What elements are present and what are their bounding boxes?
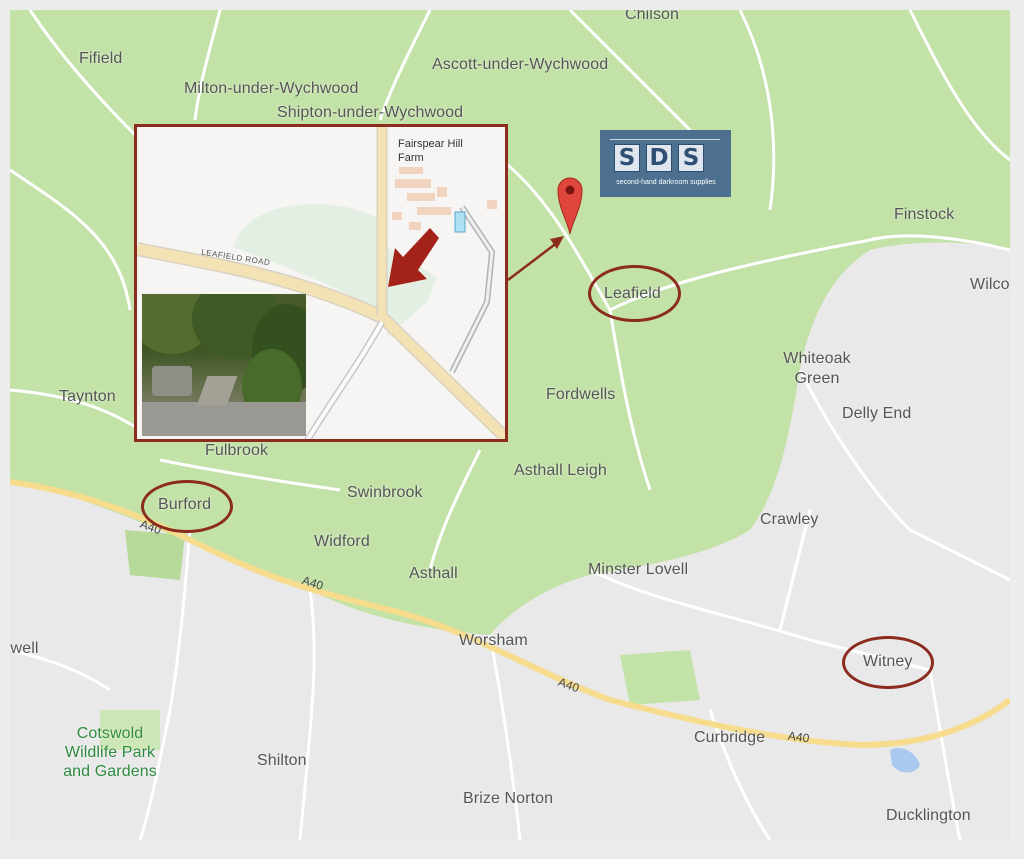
logo-line [610, 139, 720, 140]
place-fordwells[interactable]: Fordwells [546, 386, 615, 404]
place-finstock[interactable]: Finstock [894, 206, 954, 224]
place-ducklington[interactable]: Ducklington [886, 807, 971, 825]
place-brize-norton[interactable]: Brize Norton [463, 790, 553, 808]
place-fifield[interactable]: Fifield [79, 50, 122, 68]
place-crawley[interactable]: Crawley [760, 511, 819, 529]
place-milton-under-wychwood[interactable]: Milton-under-Wychwood [184, 80, 358, 98]
highlight-circle-witney [842, 636, 934, 689]
road-label-a40: A40 [787, 728, 811, 746]
inset-detail-map[interactable]: Fairspear Hill Farm LEAFIELD ROAD [134, 124, 508, 442]
place-widford[interactable]: Widford [314, 533, 370, 551]
place-minster-lovell[interactable]: Minster Lovell [588, 561, 688, 579]
place-cotswold-wildlife-park[interactable]: Cotswold Wildlife Park and Gardens [54, 724, 166, 781]
logo-letter: D [646, 144, 672, 172]
logo-letter: S [614, 144, 640, 172]
place-swinbrook[interactable]: Swinbrook [347, 484, 423, 502]
park-patch [125, 530, 185, 580]
park-patch [620, 650, 700, 705]
place-worsham[interactable]: Worsham [459, 632, 528, 650]
place-taynton[interactable]: Taynton [59, 388, 116, 406]
place-twell[interactable]: twell [10, 640, 39, 658]
sds-logo[interactable]: S D S second-hand darkroom supplies [600, 130, 731, 197]
place-ascott-under-wychwood[interactable]: Ascott-under-Wychwood [432, 56, 608, 74]
highlight-circle-leafield [588, 265, 681, 322]
place-wilcote[interactable]: Wilco [970, 276, 1010, 294]
street-photo[interactable] [142, 294, 306, 436]
logo-tagline: second-hand darkroom supplies [616, 179, 716, 186]
highlight-circle-burford [141, 480, 233, 533]
map-pin-icon[interactable] [556, 174, 584, 234]
place-chilson[interactable]: Chilson [625, 10, 679, 24]
place-shilton[interactable]: Shilton [257, 752, 307, 770]
place-fulbrook[interactable]: Fulbrook [205, 442, 268, 460]
inset-farm-label: Fairspear Hill Farm [398, 138, 463, 164]
place-curbridge[interactable]: Curbridge [694, 729, 765, 747]
logo-letter: S [678, 144, 704, 172]
place-whiteoak-green[interactable]: Whiteoak Green [780, 349, 854, 389]
place-asthall[interactable]: Asthall [409, 565, 458, 583]
place-shipton-under-wychwood[interactable]: Shipton-under-Wychwood [277, 104, 463, 122]
place-asthall-leigh[interactable]: Asthall Leigh [514, 462, 607, 480]
map-frame[interactable]: A40 A40 A40 A40 Chilson Fifield Ascott-u… [10, 10, 1010, 840]
place-delly-end[interactable]: Delly End [842, 405, 911, 423]
